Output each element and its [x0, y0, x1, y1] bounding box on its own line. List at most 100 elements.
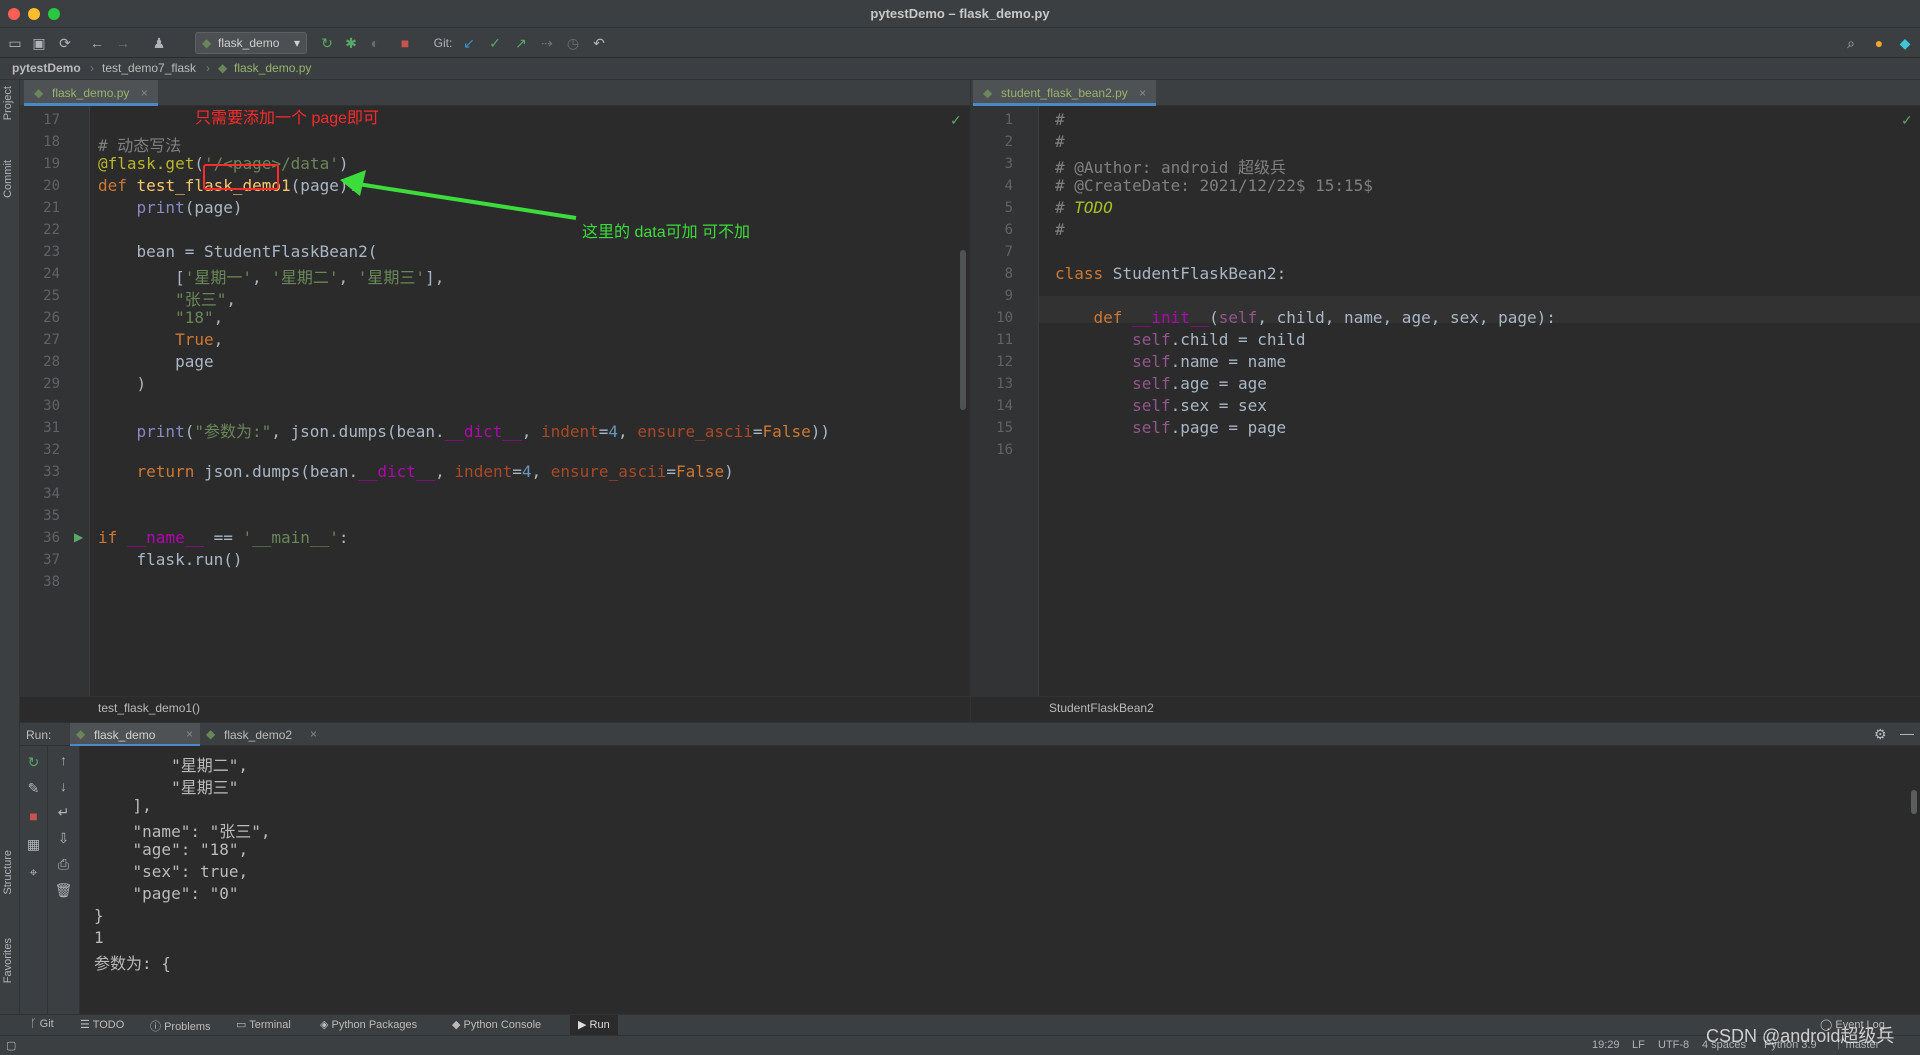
code-line[interactable]: ['星期一', '星期二', '星期三'], — [98, 264, 444, 288]
arrow-up-icon[interactable]: ↑ — [48, 752, 79, 768]
code-line[interactable]: "张三", — [98, 286, 236, 310]
code-line[interactable]: return json.dumps(bean.__dict__, indent=… — [98, 462, 734, 481]
tool-tab-run[interactable]: ▶ Run — [570, 1015, 618, 1035]
git-history-icon[interactable]: ◷ — [564, 34, 582, 52]
code-line[interactable]: # 动态写法 — [98, 132, 181, 156]
pin-icon[interactable]: ⌖ — [20, 864, 47, 881]
code-line[interactable]: print(page) — [98, 198, 243, 217]
sync-icon[interactable]: ⟳ — [56, 34, 74, 52]
code-line[interactable]: self.page = page — [1055, 418, 1286, 437]
code-line[interactable]: # TODO — [1055, 198, 1113, 217]
breadcrumb-file[interactable]: flask_demo.py — [234, 61, 311, 75]
crumb-class[interactable]: StudentFlaskBean2 — [1049, 701, 1154, 715]
gear-icon[interactable]: ⚙ — [1874, 726, 1887, 743]
run-config-select[interactable]: ◆ flask_demo ▾ — [195, 32, 307, 54]
stop-icon[interactable]: ■ — [20, 808, 47, 824]
scroll-to-end-icon[interactable]: ⇩ — [48, 830, 79, 847]
save-icon[interactable]: ▣ — [30, 34, 48, 52]
code-line[interactable]: page — [98, 352, 214, 371]
console-line: "星期三" — [94, 778, 239, 797]
layout-toggle-icon[interactable]: ▢ — [6, 1039, 16, 1052]
breadcrumb-project[interactable]: pytestDemo — [12, 61, 81, 75]
git-compare-icon[interactable]: ⇢ — [538, 34, 556, 52]
stop-icon[interactable]: ■ — [396, 34, 414, 52]
forward-icon[interactable]: → — [114, 34, 132, 52]
right-code-area[interactable]: 1 #2 #3 # @Author: android 超级兵 4 # @CreateDat… — [971, 106, 1920, 696]
code-line[interactable]: # — [1055, 132, 1065, 151]
commit-tool-tab[interactable]: Commit — [2, 160, 14, 198]
tool-tab-problems[interactable]: ⓘ Problems — [150, 1018, 211, 1034]
code-line[interactable]: self.child = child — [1055, 330, 1305, 349]
trash-icon[interactable]: 🗑 — [48, 882, 79, 899]
code-line[interactable]: flask.run() — [98, 550, 243, 569]
open-folder-icon[interactable]: ▭ — [6, 34, 24, 52]
run-console[interactable]: "星期二", "星期三" ], "name": "张三", "age": "18… — [80, 746, 1908, 1014]
tool-tab-python-packages[interactable]: ◈ Python Packages — [320, 1018, 417, 1031]
close-tab-icon[interactable]: × — [186, 727, 193, 741]
close-tab-icon[interactable]: × — [1139, 86, 1146, 100]
git-rollback-icon[interactable]: ↶ — [590, 34, 608, 52]
line-number: 19 — [43, 156, 60, 172]
vcs-user-icon[interactable]: ♟ — [150, 34, 168, 52]
git-push-icon[interactable]: ↗ — [512, 34, 530, 52]
inspection-ok-icon[interactable]: ✓ — [1901, 112, 1913, 129]
code-line[interactable]: self.name = name — [1055, 352, 1286, 371]
project-tool-tab[interactable]: Project — [2, 86, 14, 120]
code-line[interactable]: ) — [98, 374, 147, 393]
soft-wrap-icon[interactable]: ↵ — [48, 804, 79, 821]
code-line[interactable]: bean = StudentFlaskBean2( — [98, 242, 378, 261]
code-line[interactable]: print("参数为:", json.dumps(bean.__dict__, … — [98, 418, 830, 442]
tool-tab-git[interactable]: ᚴ Git — [30, 1018, 54, 1030]
status-line-separator[interactable]: LF — [1632, 1039, 1645, 1051]
wrench-icon[interactable]: ✎ — [20, 780, 47, 797]
line-number: 21 — [43, 200, 60, 216]
scrollbar[interactable] — [960, 250, 966, 410]
code-line[interactable]: def __init__(self, child, name, age, sex… — [1055, 308, 1556, 327]
code-line[interactable]: True, — [98, 330, 223, 349]
code-line[interactable]: self.sex = sex — [1055, 396, 1267, 415]
print-icon[interactable]: ⎙ — [48, 856, 79, 873]
git-commit-icon[interactable]: ✓ — [486, 34, 504, 52]
git-update-icon[interactable]: ↙ — [460, 34, 478, 52]
breadcrumb-folder[interactable]: test_demo7_flask — [102, 61, 196, 75]
hide-panel-icon[interactable]: — — [1900, 725, 1914, 741]
structure-tool-tab[interactable]: Structure — [2, 850, 14, 895]
code-line[interactable]: # — [1055, 220, 1065, 239]
update-icon[interactable]: ● — [1870, 34, 1888, 52]
rerun-icon[interactable]: ↻ — [318, 34, 336, 52]
run-tab-flask-demo[interactable]: ◆ flask_demo × — [70, 723, 200, 747]
title-bar: pytestDemo – flask_demo.py — [0, 0, 1920, 28]
console-scrollbar[interactable] — [1908, 746, 1920, 1014]
code-line[interactable]: "18", — [98, 308, 223, 327]
close-tab-icon[interactable]: × — [310, 727, 317, 741]
crumb-function[interactable]: test_flask_demo1() — [98, 701, 200, 715]
code-line[interactable]: class StudentFlaskBean2: — [1055, 264, 1286, 283]
favorites-tool-tab[interactable]: Favorites — [2, 938, 14, 983]
close-tab-icon[interactable]: × — [141, 86, 148, 100]
status-encoding[interactable]: UTF-8 — [1658, 1039, 1689, 1051]
inspection-ok-icon[interactable]: ✓ — [950, 112, 962, 129]
search-icon[interactable]: ⌕ — [1842, 34, 1860, 52]
status-position[interactable]: 19:29 — [1592, 1039, 1620, 1051]
scrollbar-thumb[interactable] — [1911, 790, 1917, 814]
line-number: 25 — [43, 288, 60, 304]
code-line[interactable]: # @CreateDate: 2021/12/22$ 15:15$ — [1055, 176, 1373, 195]
code-line[interactable]: if __name__ == '__main__': — [98, 528, 348, 547]
coverage-icon[interactable]: ◐ — [366, 34, 384, 52]
tool-tab-python-console[interactable]: ◆ Python Console — [452, 1018, 541, 1031]
back-icon[interactable]: ← — [88, 34, 106, 52]
tool-tab-todo[interactable]: ☰ TODO — [80, 1018, 124, 1031]
layout-icon[interactable]: ▦ — [20, 836, 47, 853]
tool-tab-terminal[interactable]: ▭ Terminal — [236, 1018, 291, 1031]
debug-icon[interactable]: ✱ — [342, 34, 360, 52]
jetbrains-logo-icon[interactable]: ◆ — [1896, 34, 1914, 52]
tab-student-flask-bean2[interactable]: ◆ student_flask_bean2.py × — [973, 80, 1157, 106]
code-line[interactable]: # — [1055, 110, 1065, 129]
run-gutter-icon[interactable]: ▶ — [74, 530, 83, 544]
arrow-down-icon[interactable]: ↓ — [48, 778, 79, 794]
code-line[interactable]: # @Author: android 超级兵 — [1055, 154, 1286, 178]
run-tab-flask-demo2[interactable]: ◆ flask_demo2 × — [200, 723, 330, 747]
code-line[interactable]: self.age = age — [1055, 374, 1267, 393]
tab-flask-demo[interactable]: ◆ flask_demo.py × — [24, 80, 158, 106]
rerun-icon[interactable]: ↻ — [20, 754, 47, 771]
